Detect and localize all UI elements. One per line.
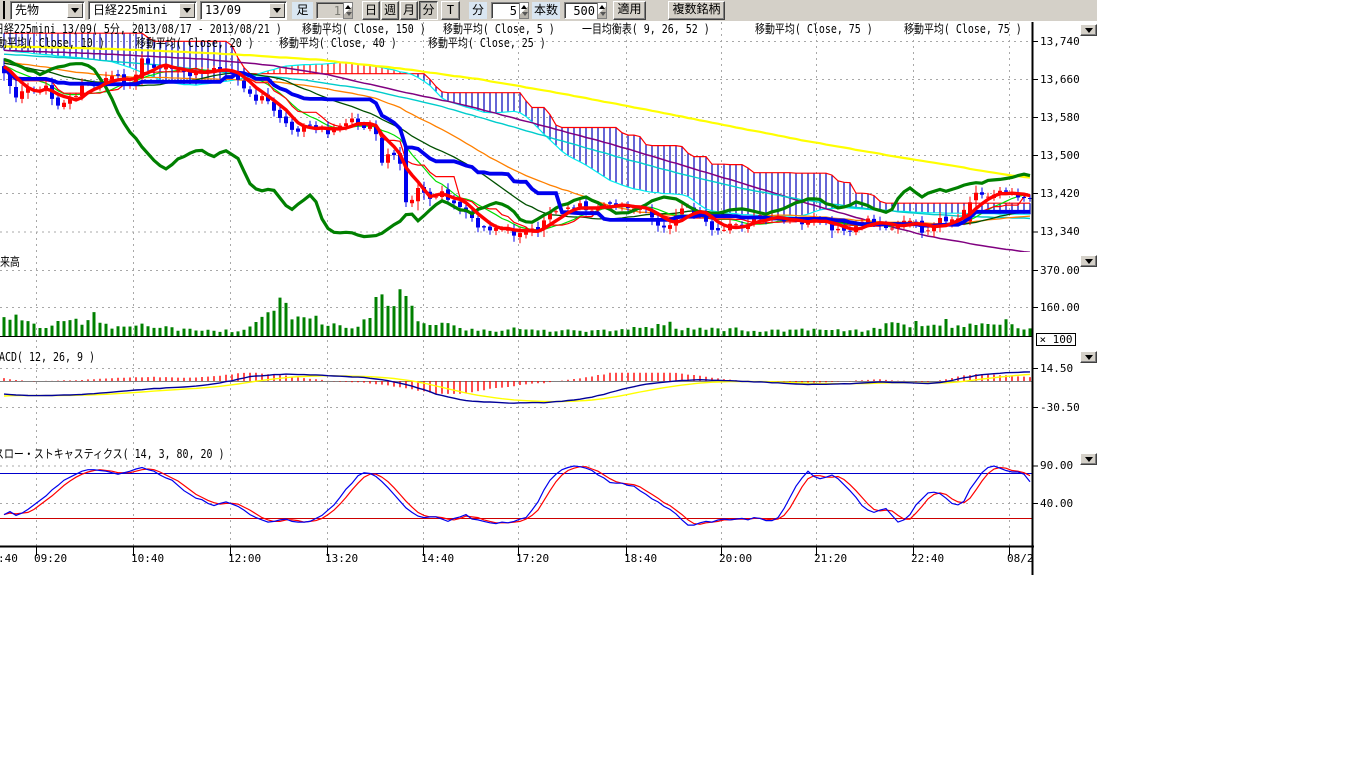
contract-month-dropdown-icon[interactable] [269,3,285,18]
price-tick-13740: 13,740 [1040,36,1080,48]
price-tick-13420: 13,420 [1040,188,1080,200]
macd-tick-1450: 14.50 [1040,363,1073,375]
time-label-0920: 09:20 [34,553,67,565]
ichimoku-cloud-bear-hatch [4,33,1030,216]
macd-tick-neg3050: -30.50 [1040,402,1080,414]
price-tick-13580: 13,580 [1040,112,1080,124]
time-label-1320: 13:20 [325,553,358,565]
time-label-0840: :40 [0,553,18,565]
minute-value-input[interactable]: 5 [491,2,520,19]
time-label-2240: 22:40 [911,553,944,565]
period-month-button[interactable]: 月 [400,1,418,20]
volume-tick-370: 370.00 [1040,265,1080,277]
period-day-button[interactable]: 日 [362,1,380,20]
price-tick-13660: 13,660 [1040,74,1080,86]
time-axis: :40 09:20 10:40 12:00 13:20 14:40 17:20 … [0,551,1033,567]
time-label-2000: 20:00 [719,553,752,565]
time-label-1040: 10:40 [131,553,164,565]
volume-bars [3,289,1032,336]
minute-label: 分 [469,2,487,19]
time-label-0822: 08/22 [1007,553,1033,565]
line-senkou_a [4,50,1030,216]
time-label-2120: 21:20 [814,553,847,565]
chart-canvas [0,0,1366,768]
market-type-value: 先物 [11,3,66,18]
period-minute-button[interactable]: 分 [419,1,438,20]
volume-tick-160: 160.00 [1040,302,1080,314]
toolbar: 先物 日経225mini 13/09 足 1 日 週 月 分 T 分 5 本数 … [0,0,1097,21]
volume-panel-menu-button[interactable] [1080,255,1097,267]
period-tick-button[interactable]: T [441,1,460,20]
line-kijun [4,68,1030,226]
stoch-tick-90: 90.00 [1040,460,1073,472]
time-label-1200: 12:00 [228,553,261,565]
stoch-k-line [4,466,1030,525]
price-tick-13500: 13,500 [1040,150,1080,162]
macd-panel-menu-button[interactable] [1080,351,1097,363]
market-type-select[interactable]: 先物 [10,1,85,20]
contract-month-select[interactable]: 13/09 [200,1,287,20]
bar-interval-input[interactable]: 1 [316,2,344,19]
partial-combobox[interactable] [0,1,5,19]
apply-button[interactable]: 適用 [613,1,646,20]
time-label-1840: 18:40 [624,553,657,565]
line-ma10 [4,66,1030,230]
multi-symbol-button[interactable]: 複数銘柄 [668,1,725,20]
symbol-dropdown-icon[interactable] [179,3,195,18]
bar-count-spinner[interactable] [597,2,607,19]
price-panel-menu-button[interactable] [1080,24,1097,36]
bar-count-label: 本数 [532,2,560,19]
stoch-panel-menu-button[interactable] [1080,453,1097,465]
bar-count-input[interactable]: 500 [564,2,598,19]
price-tick-13340: 13,340 [1040,226,1080,238]
period-week-button[interactable]: 週 [381,1,399,20]
app-window: 先物 日経225mini 13/09 足 1 日 週 月 分 T 分 5 本数 … [0,0,1366,768]
stoch-d-line [4,467,1030,525]
volume-multiplier-badge: × 100 [1036,333,1076,346]
time-label-1720: 17:20 [516,553,549,565]
bar-type-label: 足 [292,2,313,19]
line-ma5 [4,65,1030,231]
stoch-tick-40: 40.00 [1040,498,1073,510]
symbol-value: 日経225mini [89,3,178,18]
minute-spinner[interactable] [519,2,529,19]
market-type-dropdown-icon[interactable] [67,3,83,18]
time-label-1440: 14:40 [421,553,454,565]
contract-month-value: 13/09 [201,3,268,18]
macd-line [4,372,1030,403]
bar-interval-spinner[interactable] [343,2,353,19]
symbol-select[interactable]: 日経225mini [88,1,197,20]
line-ma25 [4,63,1030,225]
